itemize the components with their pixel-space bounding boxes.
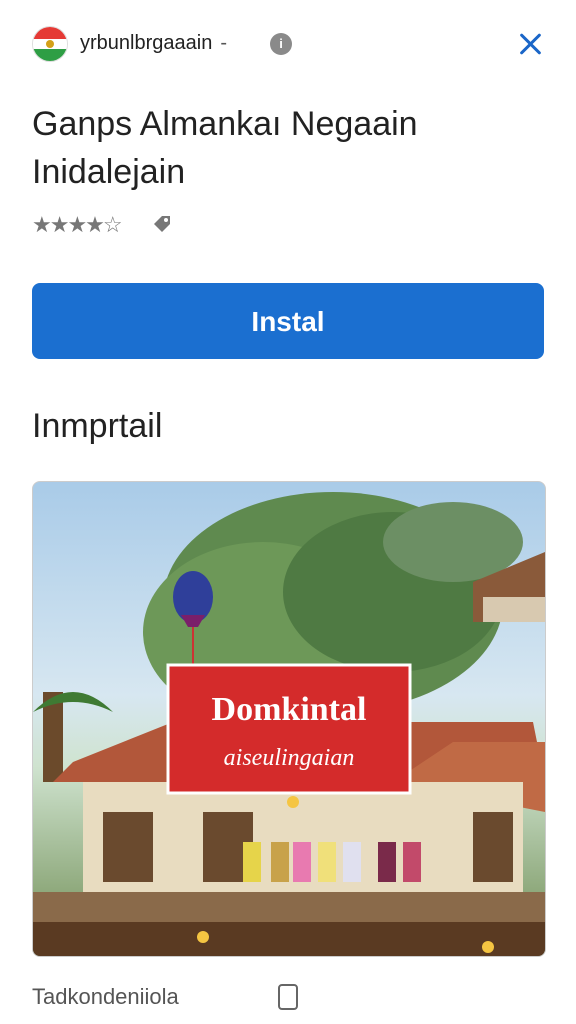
app-title-line2: Inidalejain <box>32 153 186 191</box>
publisher-separator: - <box>220 32 227 54</box>
install-button[interactable]: Instal <box>32 283 544 359</box>
app-title: Ganps Almankaı Negaain Inidalejain <box>32 100 542 196</box>
screenshot-image[interactable]: Domkintal aiseulingaian <box>32 481 546 957</box>
publisher-label: yrbunlbrgaaain <box>80 32 213 54</box>
close-icon[interactable] <box>514 28 546 60</box>
app-title-line1: Ganps Almankaı Negaain <box>32 105 418 143</box>
sign-title: Domkintal <box>212 691 367 728</box>
publisher-name[interactable]: yrbunlbrgaaain - <box>80 32 227 55</box>
info-icon[interactable]: i <box>270 33 292 55</box>
phone-icon[interactable] <box>278 984 298 1010</box>
rating-stars: ★★★★☆ <box>32 212 123 237</box>
tag-icon <box>154 216 170 232</box>
publisher-flag-icon <box>32 26 68 62</box>
footer-label: Tadkondeniiola <box>32 984 179 1009</box>
screenshot-illustration: Domkintal aiseulingaian <box>33 492 545 956</box>
section-title: Inmprtail <box>32 407 163 445</box>
top-bar: yrbunlbrgaaain - i <box>0 0 576 88</box>
sign-subtitle: aiseulingaian <box>224 745 355 771</box>
